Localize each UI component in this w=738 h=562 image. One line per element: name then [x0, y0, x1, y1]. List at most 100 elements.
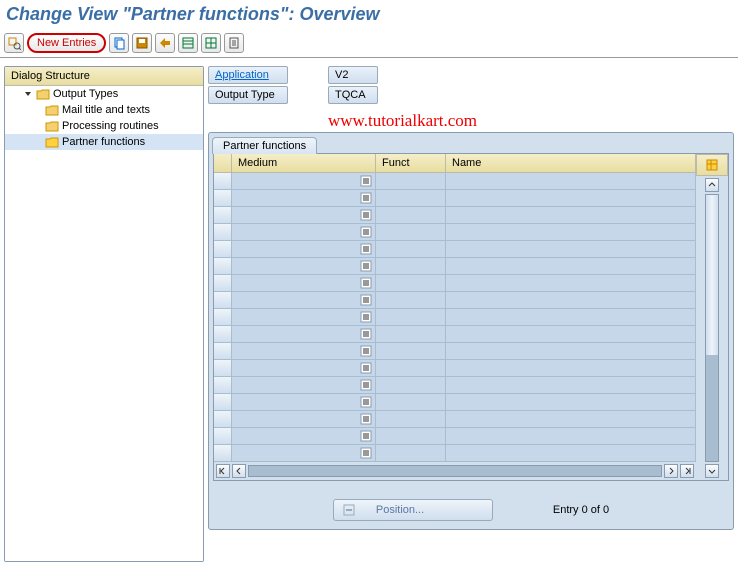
table-row[interactable]	[214, 173, 696, 190]
cell-funct[interactable]	[376, 241, 446, 257]
tree-item-partner-functions[interactable]: Partner functions	[5, 134, 203, 150]
dropdown-icon[interactable]	[360, 345, 372, 357]
row-marker[interactable]	[214, 377, 232, 393]
row-marker[interactable]	[214, 445, 232, 461]
dropdown-icon[interactable]	[360, 396, 372, 408]
row-marker[interactable]	[214, 173, 232, 189]
cell-medium[interactable]	[232, 326, 376, 342]
dropdown-icon[interactable]	[360, 260, 372, 272]
cell-name[interactable]	[446, 394, 696, 410]
cell-medium[interactable]	[232, 275, 376, 291]
cell-funct[interactable]	[376, 309, 446, 325]
dropdown-icon[interactable]	[360, 277, 372, 289]
application-label[interactable]: Application	[208, 66, 288, 84]
cell-funct[interactable]	[376, 292, 446, 308]
cell-name[interactable]	[446, 309, 696, 325]
row-marker[interactable]	[214, 394, 232, 410]
position-button[interactable]: Position...	[333, 499, 493, 521]
table-row[interactable]	[214, 190, 696, 207]
cell-name[interactable]	[446, 411, 696, 427]
cell-name[interactable]	[446, 377, 696, 393]
cell-name[interactable]	[446, 207, 696, 223]
table-row[interactable]	[214, 411, 696, 428]
cell-medium[interactable]	[232, 411, 376, 427]
cell-medium[interactable]	[232, 394, 376, 410]
cell-funct[interactable]	[376, 411, 446, 427]
table-settings-button[interactable]	[696, 154, 728, 176]
dropdown-icon[interactable]	[360, 379, 372, 391]
table-row[interactable]	[214, 309, 696, 326]
scroll-left-start-button[interactable]	[216, 464, 230, 478]
tree-item-output-types[interactable]: Output Types	[5, 86, 203, 102]
expand-icon[interactable]	[23, 89, 33, 99]
cell-name[interactable]	[446, 275, 696, 291]
undo-button[interactable]	[155, 33, 175, 53]
cell-medium[interactable]	[232, 190, 376, 206]
tree-item-mail-title-and-texts[interactable]: Mail title and texts	[5, 102, 203, 118]
table-row[interactable]	[214, 343, 696, 360]
cell-funct[interactable]	[376, 377, 446, 393]
table-row[interactable]	[214, 445, 696, 462]
dropdown-icon[interactable]	[360, 413, 372, 425]
new-entries-button[interactable]: New Entries	[27, 33, 106, 53]
dropdown-icon[interactable]	[360, 328, 372, 340]
copy-button[interactable]	[109, 33, 129, 53]
cell-funct[interactable]	[376, 275, 446, 291]
cell-name[interactable]	[446, 292, 696, 308]
cell-funct[interactable]	[376, 258, 446, 274]
dropdown-icon[interactable]	[360, 209, 372, 221]
grid-tab[interactable]: Partner functions	[212, 137, 317, 154]
vscroll-thumb[interactable]	[706, 195, 718, 355]
cell-medium[interactable]	[232, 241, 376, 257]
cell-medium[interactable]	[232, 258, 376, 274]
cell-name[interactable]	[446, 190, 696, 206]
row-marker[interactable]	[214, 343, 232, 359]
row-marker[interactable]	[214, 428, 232, 444]
dropdown-icon[interactable]	[360, 430, 372, 442]
scroll-down-button[interactable]	[705, 464, 719, 478]
vscroll-track[interactable]	[705, 194, 719, 462]
cell-medium[interactable]	[232, 309, 376, 325]
grid-button[interactable]	[201, 33, 221, 53]
cell-medium[interactable]	[232, 207, 376, 223]
dropdown-icon[interactable]	[360, 447, 372, 459]
dropdown-icon[interactable]	[360, 311, 372, 323]
table-row[interactable]	[214, 207, 696, 224]
save-button[interactable]	[132, 33, 152, 53]
scroll-up-button[interactable]	[705, 178, 719, 192]
col-medium[interactable]: Medium	[232, 154, 376, 172]
cell-funct[interactable]	[376, 190, 446, 206]
col-funct[interactable]: Funct	[376, 154, 446, 172]
cell-name[interactable]	[446, 428, 696, 444]
cell-name[interactable]	[446, 173, 696, 189]
row-marker[interactable]	[214, 224, 232, 240]
cell-medium[interactable]	[232, 343, 376, 359]
row-marker[interactable]	[214, 411, 232, 427]
cell-name[interactable]	[446, 360, 696, 376]
scroll-right-end-button[interactable]	[680, 464, 694, 478]
cell-medium[interactable]	[232, 292, 376, 308]
cell-funct[interactable]	[376, 360, 446, 376]
cell-name[interactable]	[446, 326, 696, 342]
dropdown-icon[interactable]	[360, 226, 372, 238]
row-marker[interactable]	[214, 241, 232, 257]
table-row[interactable]	[214, 241, 696, 258]
table-row[interactable]	[214, 360, 696, 377]
row-marker[interactable]	[214, 309, 232, 325]
scroll-right-button[interactable]	[664, 464, 678, 478]
row-marker[interactable]	[214, 360, 232, 376]
dropdown-icon[interactable]	[360, 175, 372, 187]
dropdown-icon[interactable]	[360, 362, 372, 374]
cell-funct[interactable]	[376, 428, 446, 444]
cell-medium[interactable]	[232, 428, 376, 444]
cell-funct[interactable]	[376, 207, 446, 223]
row-marker[interactable]	[214, 258, 232, 274]
scroll-left-button[interactable]	[232, 464, 246, 478]
dropdown-icon[interactable]	[360, 243, 372, 255]
cell-funct[interactable]	[376, 445, 446, 461]
cell-medium[interactable]	[232, 360, 376, 376]
doc-button[interactable]	[224, 33, 244, 53]
row-marker[interactable]	[214, 190, 232, 206]
cell-medium[interactable]	[232, 224, 376, 240]
table-row[interactable]	[214, 258, 696, 275]
